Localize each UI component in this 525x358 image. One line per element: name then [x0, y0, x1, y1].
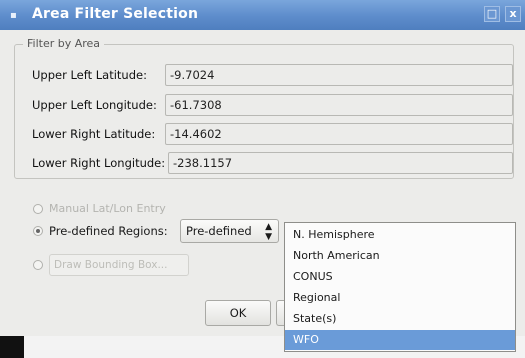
predefined-regions-value: Pre-defined	[186, 224, 252, 238]
maximize-button[interactable]: □	[484, 6, 500, 22]
predefined-regions-label: Pre-defined Regions:	[49, 224, 168, 238]
lower-right-longitude-field[interactable]: -238.1157	[168, 152, 513, 174]
region-option-regional[interactable]: Regional	[285, 288, 515, 308]
predefined-regions-combo[interactable]: Pre-defined ▲ ▼	[180, 219, 279, 243]
region-option-states[interactable]: State(s)	[285, 309, 515, 329]
group-title: Filter by Area	[23, 37, 105, 50]
ok-button[interactable]: OK	[205, 300, 271, 326]
manual-entry-radio[interactable]	[33, 204, 43, 214]
window-title: Area Filter Selection	[32, 6, 199, 22]
background-dark-block	[0, 336, 24, 358]
lower-right-latitude-field[interactable]: -14.4602	[165, 123, 513, 145]
region-dropdown-list[interactable]: N. Hemisphere North American CONUS Regio…	[284, 222, 516, 352]
manual-entry-label: Manual Lat/Lon Entry	[49, 202, 166, 215]
lower-right-longitude-row: Lower Right Longitude: -238.1157	[18, 152, 514, 174]
combo-updown-icon: ▲ ▼	[265, 222, 272, 242]
predefined-regions-radio[interactable]	[33, 226, 43, 236]
draw-bounding-box-button[interactable]: Draw Bounding Box...	[49, 254, 189, 276]
region-option-n-hemisphere[interactable]: N. Hemisphere	[285, 225, 515, 245]
close-button[interactable]: x	[505, 6, 521, 22]
upper-left-latitude-row: Upper Left Latitude: -9.7024	[18, 64, 514, 86]
region-option-north-american[interactable]: North American	[285, 246, 515, 266]
region-option-wfo[interactable]: WFO	[285, 330, 515, 350]
maximize-icon: □	[486, 7, 498, 20]
lower-right-longitude-label: Lower Right Longitude:	[32, 156, 166, 170]
title-bar[interactable]: ▪ Area Filter Selection □ x	[0, 0, 525, 30]
upper-left-longitude-field[interactable]: -61.7308	[165, 94, 513, 116]
region-option-conus[interactable]: CONUS	[285, 267, 515, 287]
close-icon: x	[509, 7, 517, 20]
draw-box-radio[interactable]	[33, 260, 43, 270]
upper-left-longitude-row: Upper Left Longitude: -61.7308	[18, 94, 514, 116]
upper-left-latitude-label: Upper Left Latitude:	[32, 68, 147, 82]
upper-left-longitude-label: Upper Left Longitude:	[32, 98, 157, 112]
upper-left-latitude-field[interactable]: -9.7024	[165, 64, 513, 86]
lower-right-latitude-label: Lower Right Latitude:	[32, 127, 156, 141]
window-menu-icon[interactable]: ▪	[10, 10, 17, 21]
lower-right-latitude-row: Lower Right Latitude: -14.4602	[18, 123, 514, 145]
